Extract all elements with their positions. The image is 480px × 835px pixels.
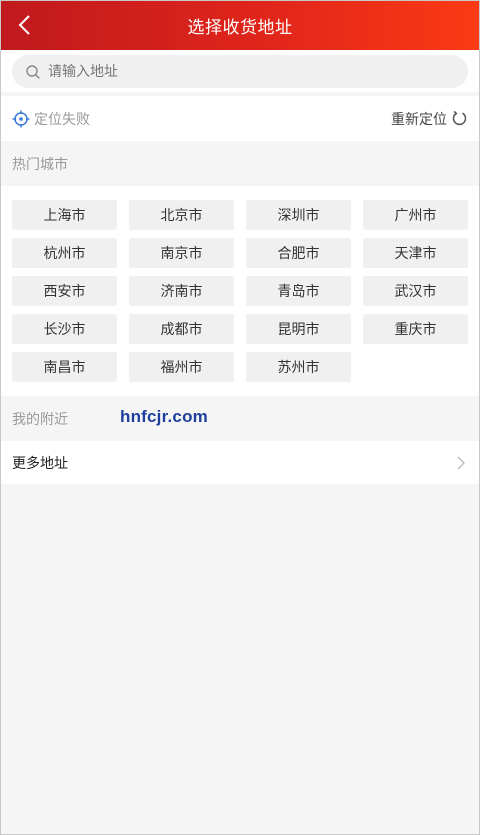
city-button[interactable]: 天津市 [363,238,468,268]
back-button[interactable] [6,7,42,43]
city-button[interactable]: 济南市 [129,276,234,306]
refresh-icon [451,110,468,127]
more-addresses-row[interactable]: 更多地址 [0,441,480,484]
city-button[interactable]: 昆明市 [246,314,351,344]
city-button[interactable]: 南京市 [129,238,234,268]
chevron-right-icon [456,456,466,470]
nearby-section: 我的附近 hnfcjr.com [0,396,480,441]
city-button[interactable]: 合肥市 [246,238,351,268]
search-area [0,50,480,92]
city-button[interactable]: 重庆市 [363,314,468,344]
city-button[interactable]: 武汉市 [363,276,468,306]
location-row: 定位失败 重新定位 [0,96,480,141]
header-bar: 选择收货地址 [0,0,480,50]
location-status-group: 定位失败 [12,109,90,129]
more-addresses-label: 更多地址 [12,455,68,472]
hot-cities-heading: 热门城市 [12,156,68,173]
city-button[interactable]: 广州市 [363,200,468,230]
city-button[interactable]: 苏州市 [246,352,351,382]
relocate-label: 重新定位 [391,111,447,128]
city-button[interactable]: 成都市 [129,314,234,344]
chevron-left-icon [17,14,31,36]
city-button[interactable]: 北京市 [129,200,234,230]
crosshair-icon [12,110,30,128]
city-button[interactable]: 杭州市 [12,238,117,268]
city-button[interactable]: 西安市 [12,276,117,306]
city-button[interactable]: 福州市 [129,352,234,382]
city-grid: 上海市 北京市 深圳市 广州市 杭州市 南京市 合肥市 天津市 西安市 济南市 … [12,200,468,382]
hot-cities-panel: 上海市 北京市 深圳市 广州市 杭州市 南京市 合肥市 天津市 西安市 济南市 … [0,186,480,396]
city-button[interactable]: 上海市 [12,200,117,230]
search-icon [25,64,41,80]
relocate-button[interactable]: 重新定位 [391,109,468,129]
search-input[interactable] [48,63,428,80]
city-button[interactable]: 南昌市 [12,352,117,382]
city-button[interactable]: 长沙市 [12,314,117,344]
page-title: 选择收货地址 [187,17,293,38]
watermark-text: hnfcjr.com [120,407,208,426]
location-status-text: 定位失败 [34,111,90,128]
search-box[interactable] [12,55,468,88]
city-button[interactable]: 青岛市 [246,276,351,306]
city-button[interactable]: 深圳市 [246,200,351,230]
nearby-heading: 我的附近 [12,411,68,428]
